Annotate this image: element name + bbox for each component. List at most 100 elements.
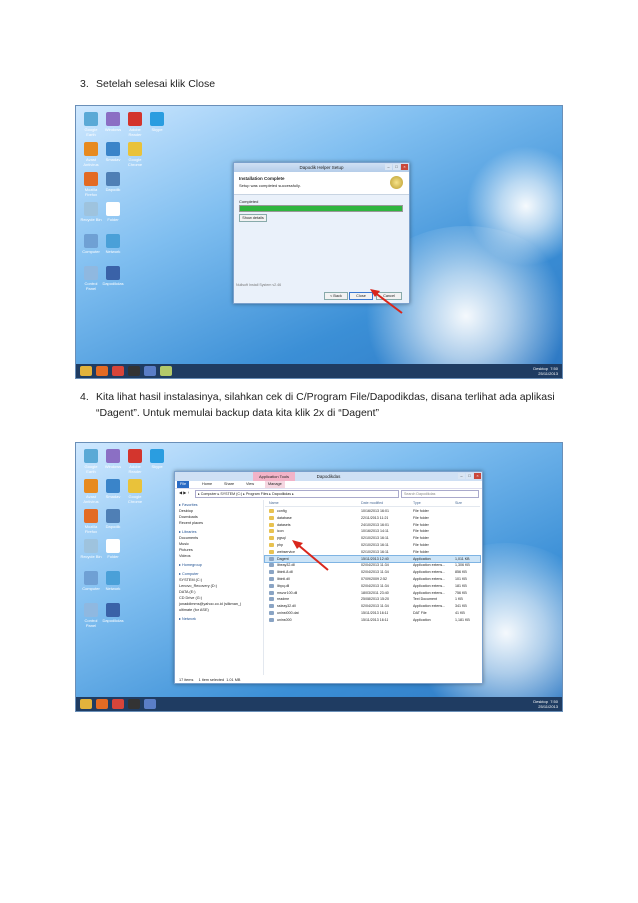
window-controls: – □ × [458, 473, 481, 479]
status-bar: 17 items 1 item selected 1.01 MB [179, 678, 241, 682]
menu-item-manage[interactable]: Manage [265, 481, 285, 488]
close-window-button[interactable]: × [401, 164, 408, 170]
desktop-icon[interactable]: Network [102, 571, 124, 591]
desktop-icon[interactable]: Dapodikdas [102, 603, 124, 623]
column-type[interactable]: Type [413, 500, 421, 506]
explorer-icon[interactable] [80, 699, 92, 709]
window-titlebar: Application Tools Dapodikdas [175, 472, 482, 481]
file-row[interactable]: msvcr100.dll 18/03/2011 23:40 Application … [265, 590, 480, 596]
app-icon[interactable] [144, 699, 156, 709]
desktop-icon[interactable]: Control Panel [80, 266, 102, 291]
explorer-icon[interactable] [80, 366, 92, 376]
file-date: 02/10/2013 16:11 [361, 536, 389, 541]
desktop-icon[interactable]: Mozilla Firefox [80, 172, 102, 197]
minimize-button[interactable]: – [458, 473, 465, 479]
desktop-icon[interactable]: Dapodik [102, 172, 124, 192]
maximize-button[interactable]: □ [393, 164, 400, 170]
nav-item[interactable]: ultimate (for ASE) [179, 607, 209, 613]
desktop-icon[interactable]: Control Panel [80, 603, 102, 628]
window-controls: – □ × [385, 164, 408, 170]
app-icon[interactable] [144, 366, 156, 376]
close-window-button[interactable]: × [474, 473, 481, 479]
file-type: Application [413, 556, 431, 561]
maximize-button[interactable]: □ [466, 473, 473, 479]
file-row[interactable]: readme 25/08/2013 15:20 Text Document 1 KB [265, 596, 480, 602]
file-row[interactable]: unins000 15/11/2013 16:11 Application 1,181… [265, 617, 480, 623]
menu-item-home[interactable]: Home [199, 481, 215, 488]
setup-icon[interactable] [160, 366, 172, 376]
desktop-icon[interactable]: Google Earth [80, 112, 102, 137]
desktop-icon[interactable]: Dapodik [102, 509, 124, 529]
file-row[interactable]: libintl.dll 07/09/2009 2:52 Application ex… [265, 576, 480, 582]
menu-item-view[interactable]: View [243, 481, 257, 488]
file-date: 18/03/2011 23:40 [361, 590, 389, 595]
app-icon [106, 449, 120, 463]
desktop-icon[interactable]: Recycle Bin [80, 539, 102, 559]
file-list: Name Date modified Type Size config 10/16… [264, 500, 481, 675]
desktop-icon[interactable]: Adobe Reader [124, 112, 146, 137]
show-details-button[interactable]: Show details [239, 214, 267, 222]
file-icon [269, 583, 274, 588]
desktop-icon[interactable]: Smadav [102, 479, 124, 499]
desktop-icon[interactable]: Google Earth [80, 449, 102, 474]
desktop-icon-label: Avast Antivirus [83, 494, 99, 504]
file-row[interactable]: database 22/11/2013 11:21 File folder [265, 515, 480, 521]
desktop-icon[interactable]: Computer [80, 571, 102, 591]
file-row[interactable]: datasets 24/10/2013 16:01 File folder [265, 522, 480, 528]
column-size[interactable]: Size [455, 500, 462, 506]
file-row[interactable]: icon 10/16/2013 14:11 File folder [265, 528, 480, 534]
desktop-icon[interactable]: Windows [102, 449, 124, 469]
file-name: icon [277, 529, 284, 534]
desktop-icon[interactable]: Skype [146, 112, 168, 132]
desktop-icon[interactable]: Recycle Bin [80, 202, 102, 222]
firefox-icon[interactable] [96, 366, 108, 376]
address-bar[interactable]: ▸ Computer ▸ SYSTEM (C:) ▸ Program Files… [195, 490, 399, 498]
desktop-icon[interactable]: Google Chrome [124, 142, 146, 167]
chrome-icon[interactable] [112, 366, 124, 376]
app-icon [84, 603, 98, 617]
search-input[interactable]: Search Dapodikdas [401, 490, 479, 498]
nav-item[interactable]: ▸ Homegroup [179, 562, 202, 568]
file-row[interactable]: libpq.dll 02/04/2013 11:34 Application ext… [265, 583, 480, 589]
nav-item[interactable]: Recent places [179, 520, 203, 526]
chrome-icon[interactable] [112, 699, 124, 709]
column-date[interactable]: Date modified [361, 500, 383, 506]
file-date: 07/09/2009 2:52 [361, 577, 387, 581]
app-icon [84, 172, 98, 186]
file-name: msvcr100.dll [277, 590, 298, 595]
desktop-icon-label: Recycle Bin [80, 554, 102, 559]
desktop-icon[interactable]: Google Chrome [124, 479, 146, 504]
desktop-icon[interactable]: Windows [102, 112, 124, 132]
desktop-icon[interactable]: Computer [80, 234, 102, 254]
desktop-icon[interactable]: Avast Antivirus [80, 142, 102, 167]
file-type: Application extens... [413, 570, 446, 575]
cmd-icon[interactable] [128, 366, 140, 376]
file-row[interactable]: uninst000.dat 15/11/2013 16:11 DAT File 41 … [265, 610, 480, 616]
app-icon [128, 479, 142, 493]
desktop-icon[interactable]: Smadav [102, 142, 124, 162]
nav-item[interactable]: Videos [179, 553, 191, 559]
file-row[interactable]: ssleay32.dll 02/04/2013 11:34 Application … [265, 603, 480, 609]
firefox-icon[interactable] [96, 699, 108, 709]
file-row[interactable]: config 10/16/2013 16:01 File folder [265, 508, 480, 514]
desktop-icon-label: Adobe Reader [128, 464, 142, 474]
cmd-icon[interactable] [128, 699, 140, 709]
back-button[interactable]: < Back [324, 292, 348, 300]
desktop-icon[interactable]: Folder [102, 539, 124, 559]
desktop-icon[interactable]: Folder [102, 202, 124, 222]
screenshot-setup-complete: Google Earth Windows Adobe Reader Skype Avas… [75, 105, 563, 379]
desktop-icon[interactable]: Dapodikdas [102, 266, 124, 286]
menu-item-share[interactable]: Share [221, 481, 237, 488]
desktop-icon[interactable]: Network [102, 234, 124, 254]
minimize-button[interactable]: – [385, 164, 392, 170]
desktop-icon[interactable]: Mozilla Firefox [80, 509, 102, 534]
back-forward-icon[interactable]: ◀ ▶ ↑ [179, 490, 189, 495]
desktop-icon[interactable]: Skype [146, 449, 168, 469]
desktop-icon-label: Network [105, 586, 121, 591]
menu-item-file[interactable]: File [177, 481, 190, 488]
file-type: Application extens... [413, 583, 446, 588]
desktop-icon[interactable]: Avast Antivirus [80, 479, 102, 504]
column-name[interactable]: Name [269, 500, 279, 506]
nav-item[interactable]: ▸ Network [179, 616, 196, 622]
desktop-icon[interactable]: Adobe Reader [124, 449, 146, 474]
